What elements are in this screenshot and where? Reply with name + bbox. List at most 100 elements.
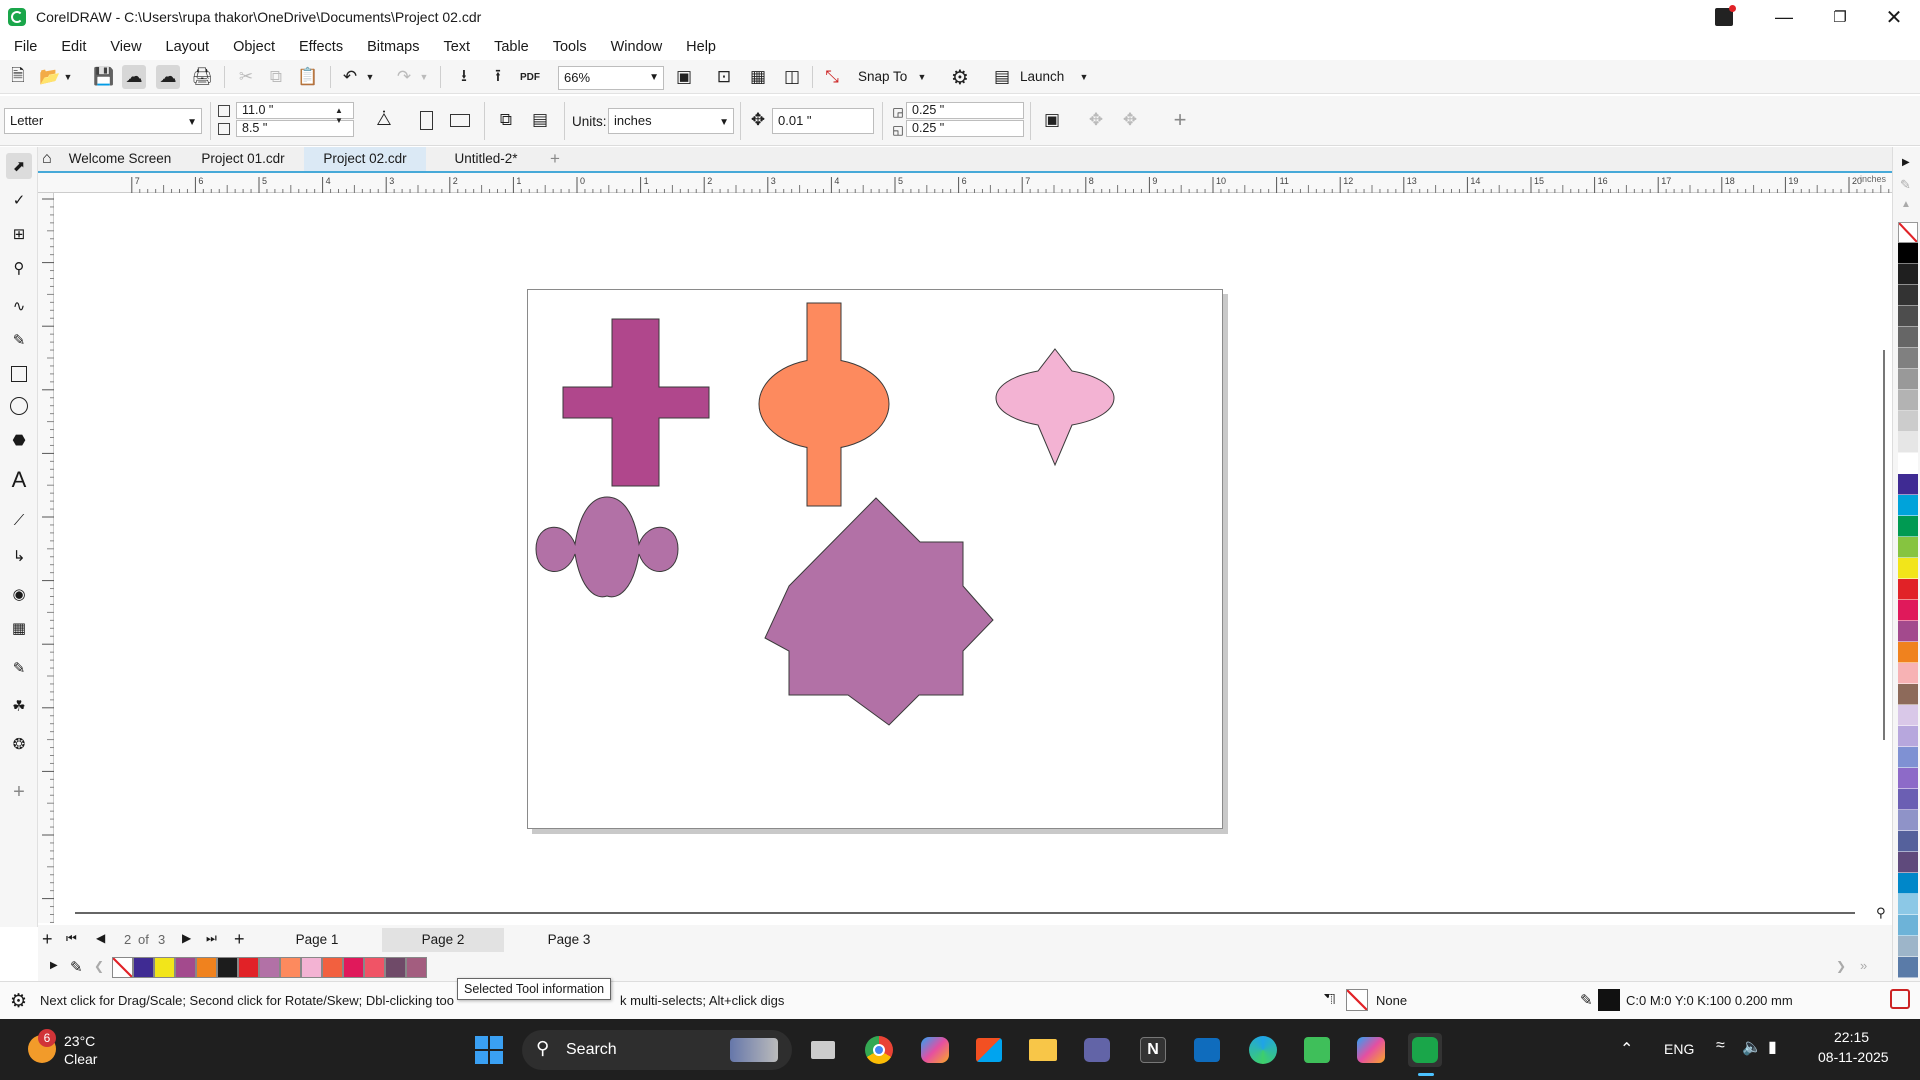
document-palette-swatch[interactable] <box>406 957 427 978</box>
ellipse-with-bar-shape[interactable] <box>758 302 890 507</box>
tab-untitled-2[interactable]: Untitled-2* <box>426 147 546 171</box>
palette-swatch[interactable] <box>1898 768 1918 789</box>
palette-swatch[interactable] <box>1898 873 1918 894</box>
zoom-tool-icon[interactable]: ⚲ <box>6 255 32 281</box>
menu-view[interactable]: View <box>98 39 153 55</box>
document-palette-swatch[interactable] <box>112 957 133 978</box>
drawing-page[interactable] <box>527 289 1223 829</box>
add-property-icon[interactable]: + <box>1168 107 1192 132</box>
menu-table[interactable]: Table <box>482 39 541 55</box>
close-button[interactable]: ✕ <box>1866 0 1920 34</box>
document-palette-swatch[interactable] <box>217 957 238 978</box>
settings-gear-icon[interactable]: ⚙ <box>10 990 27 1013</box>
document-palette-swatch[interactable] <box>154 957 175 978</box>
microsoft-store-icon[interactable] <box>972 1033 1006 1067</box>
page-tab-2[interactable]: Page 2 <box>382 928 504 952</box>
battery-icon[interactable]: ▮ <box>1768 1037 1777 1057</box>
artistic-media-tool-icon[interactable]: ✎ <box>6 327 32 353</box>
next-page-icon[interactable]: ▶ <box>182 931 191 945</box>
palette-swatch[interactable] <box>1898 264 1918 285</box>
all-pages-layout-icon[interactable]: ⧉ <box>494 108 518 132</box>
document-palette-swatch[interactable] <box>385 957 406 978</box>
polygon-tool-icon[interactable]: ⬣ <box>6 427 32 453</box>
task-view-icon[interactable] <box>806 1033 840 1067</box>
docker-expand-icon[interactable]: ▶ <box>1902 157 1910 168</box>
copilot-icon[interactable] <box>918 1033 952 1067</box>
chrome-icon[interactable] <box>862 1033 896 1067</box>
horizontal-scrollbar[interactable] <box>75 912 1855 914</box>
landscape-icon[interactable] <box>448 108 472 132</box>
menu-effects[interactable]: Effects <box>287 39 355 55</box>
portrait-icon[interactable] <box>414 108 438 132</box>
palette-swatch[interactable] <box>1898 411 1918 432</box>
palette-swatch[interactable] <box>1898 369 1918 390</box>
menu-edit[interactable]: Edit <box>49 39 98 55</box>
palette-swatch[interactable] <box>1898 642 1918 663</box>
text-tool-icon[interactable]: A <box>6 467 32 493</box>
palette-swatch[interactable] <box>1898 684 1918 705</box>
volume-icon[interactable]: 🔈 <box>1742 1037 1762 1057</box>
palette-swatch[interactable] <box>1898 243 1918 264</box>
first-page-icon[interactable]: ⏮ <box>66 931 77 946</box>
options-gear-icon[interactable]: ⚙ <box>948 65 972 89</box>
outline-color-swatch[interactable] <box>1598 989 1620 1011</box>
rectangle-tool-icon[interactable] <box>6 361 32 387</box>
document-palette-swatch[interactable] <box>280 957 301 978</box>
tab-welcome-screen[interactable]: Welcome Screen <box>56 147 184 171</box>
start-windows-icon[interactable] <box>472 1033 506 1067</box>
palette-swatch[interactable] <box>1898 726 1918 747</box>
add-tool-icon[interactable]: + <box>6 779 32 805</box>
object-origin-two-icon[interactable]: ✥ <box>1118 108 1142 132</box>
coreldraw-taskbar-icon[interactable] <box>1408 1033 1442 1067</box>
docker-pen-icon[interactable]: ✎ <box>1900 177 1911 193</box>
palette-swatch[interactable] <box>1898 390 1918 411</box>
palette-scroll-right-icon[interactable]: ❯ <box>1836 959 1846 973</box>
document-palette-swatch[interactable] <box>238 957 259 978</box>
menu-file[interactable]: File <box>0 39 49 55</box>
weather-widget[interactable]: 6 23°C Clear <box>22 1029 132 1071</box>
menu-text[interactable]: Text <box>431 39 482 55</box>
paper-size-select[interactable]: Letter ▼ <box>4 108 202 134</box>
show-hidden-icons-icon[interactable]: ⌃ <box>1620 1039 1633 1059</box>
show-guidelines-icon[interactable]: ◫ <box>780 65 804 89</box>
quatrefoil-shape[interactable] <box>535 496 679 598</box>
treat-as-filled-icon[interactable]: ▣ <box>1040 108 1064 132</box>
previous-page-icon[interactable]: ◀ <box>96 931 105 945</box>
menu-tools[interactable]: Tools <box>541 39 599 55</box>
palette-swatch[interactable] <box>1898 621 1918 642</box>
launch-dropdown-icon[interactable]: ▼ <box>1078 65 1090 89</box>
launch-button[interactable]: Launch <box>1020 69 1064 84</box>
status-app-icon[interactable] <box>1890 989 1910 1009</box>
snap-to-dropdown-icon[interactable]: ▼ <box>916 65 928 89</box>
fill-none-swatch[interactable] <box>1346 989 1368 1011</box>
page-tab-1[interactable]: Page 1 <box>256 928 378 952</box>
drop-shadow-tool-icon[interactable]: ◉ <box>6 581 32 607</box>
clock-date[interactable]: 08-11-2025 <box>1818 1049 1889 1065</box>
document-palette-swatch[interactable] <box>364 957 385 978</box>
palette-swatch[interactable] <box>1898 705 1918 726</box>
import-icon[interactable]: ⭳ <box>452 65 476 89</box>
eight-point-star-shape[interactable] <box>764 497 994 726</box>
notion-icon[interactable]: N <box>1136 1033 1170 1067</box>
palette-scroll-up-icon[interactable]: ▲ <box>1901 199 1911 210</box>
palette-swatch[interactable] <box>1898 327 1918 348</box>
palette-expand-icon[interactable]: ▶ <box>50 960 58 971</box>
add-page-after-icon[interactable]: + <box>234 929 245 950</box>
paste-icon[interactable]: 📋 <box>296 65 320 89</box>
duplicate-x-field[interactable]: 0.25 " <box>906 102 1024 119</box>
document-palette-swatch[interactable] <box>301 957 322 978</box>
palette-swatch[interactable] <box>1898 936 1918 957</box>
interactive-fill-tool-icon[interactable]: ☘ <box>6 693 32 719</box>
all-pages-icon[interactable]: ⧊ <box>372 108 396 132</box>
menu-object[interactable]: Object <box>221 39 287 55</box>
home-icon[interactable]: ⌂ <box>38 147 56 171</box>
duplicate-y-field[interactable]: 0.25 " <box>906 120 1024 137</box>
export-icon[interactable]: ⭱ <box>486 65 510 89</box>
document-palette-swatch[interactable] <box>196 957 217 978</box>
smart-fill-tool-icon[interactable]: ❂ <box>6 731 32 757</box>
minimize-button[interactable]: — <box>1756 0 1812 34</box>
freehand-tool-icon[interactable]: ∿ <box>6 293 32 319</box>
paper-size-dropdown-icon[interactable]: ▼ <box>187 113 197 133</box>
zoom-dropdown-icon[interactable]: ▼ <box>649 69 659 87</box>
connector-tool-icon[interactable]: ↳ <box>6 543 32 569</box>
